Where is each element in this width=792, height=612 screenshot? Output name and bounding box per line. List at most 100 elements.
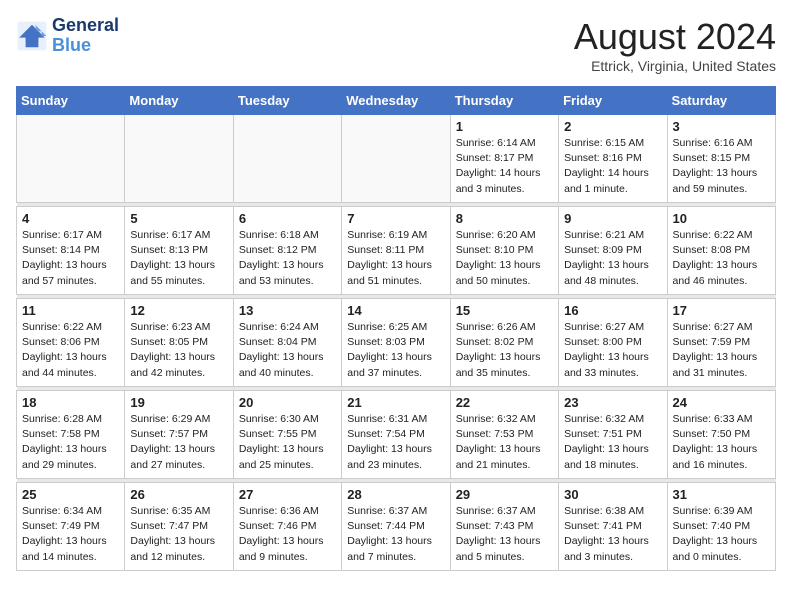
header-day-saturday: Saturday — [667, 87, 775, 115]
cell-info: Sunrise: 6:16 AMSunset: 8:15 PMDaylight:… — [673, 136, 770, 197]
calendar-cell — [342, 115, 450, 203]
calendar-cell: 26 Sunrise: 6:35 AMSunset: 7:47 PMDayligh… — [125, 483, 233, 571]
calendar-cell: 17 Sunrise: 6:27 AMSunset: 7:59 PMDayligh… — [667, 299, 775, 387]
cell-info: Sunrise: 6:30 AMSunset: 7:55 PMDaylight:… — [239, 412, 336, 473]
cell-info: Sunrise: 6:27 AMSunset: 7:59 PMDaylight:… — [673, 320, 770, 381]
day-number: 30 — [564, 487, 661, 502]
calendar-cell: 3 Sunrise: 6:16 AMSunset: 8:15 PMDaylight… — [667, 115, 775, 203]
cell-info: Sunrise: 6:19 AMSunset: 8:11 PMDaylight:… — [347, 228, 444, 289]
calendar-cell: 4Sunrise: 6:17 AMSunset: 8:14 PMDaylight… — [17, 207, 125, 295]
calendar-week-row: 11 Sunrise: 6:22 AMSunset: 8:06 PMDayligh… — [17, 299, 776, 387]
calendar-cell — [125, 115, 233, 203]
cell-info: Sunrise: 6:25 AMSunset: 8:03 PMDaylight:… — [347, 320, 444, 381]
day-number: 8 — [456, 211, 553, 226]
calendar-cell: 23 Sunrise: 6:32 AMSunset: 7:51 PMDayligh… — [559, 391, 667, 479]
cell-info: Sunrise: 6:23 AMSunset: 8:05 PMDaylight:… — [130, 320, 227, 381]
calendar-cell: 29 Sunrise: 6:37 AMSunset: 7:43 PMDayligh… — [450, 483, 558, 571]
calendar-cell: 30 Sunrise: 6:38 AMSunset: 7:41 PMDayligh… — [559, 483, 667, 571]
cell-info: Sunrise: 6:20 AMSunset: 8:10 PMDaylight:… — [456, 228, 553, 289]
calendar-cell: 18 Sunrise: 6:28 AMSunset: 7:58 PMDayligh… — [17, 391, 125, 479]
day-number: 20 — [239, 395, 336, 410]
calendar-cell: 24Sunrise: 6:33 AMSunset: 7:50 PMDayligh… — [667, 391, 775, 479]
day-number: 11 — [22, 303, 119, 318]
day-number: 31 — [673, 487, 770, 502]
calendar-cell — [17, 115, 125, 203]
cell-info: Sunrise: 6:22 AMSunset: 8:06 PMDaylight:… — [22, 320, 119, 381]
day-number: 7 — [347, 211, 444, 226]
day-number: 27 — [239, 487, 336, 502]
day-number: 4 — [22, 211, 119, 226]
calendar-cell: 25 Sunrise: 6:34 AMSunset: 7:49 PMDayligh… — [17, 483, 125, 571]
day-number: 19 — [130, 395, 227, 410]
day-number: 17 — [673, 303, 770, 318]
calendar-header-row: SundayMondayTuesdayWednesdayThursdayFrid… — [17, 87, 776, 115]
logo-icon — [16, 20, 48, 52]
day-number: 23 — [564, 395, 661, 410]
calendar-cell: 10Sunrise: 6:22 AMSunset: 8:08 PMDayligh… — [667, 207, 775, 295]
calendar-cell: 31 Sunrise: 6:39 AMSunset: 7:40 PMDayligh… — [667, 483, 775, 571]
header-day-monday: Monday — [125, 87, 233, 115]
calendar-cell: 11 Sunrise: 6:22 AMSunset: 8:06 PMDayligh… — [17, 299, 125, 387]
calendar-cell: 5 Sunrise: 6:17 AMSunset: 8:13 PMDaylight… — [125, 207, 233, 295]
cell-info: Sunrise: 6:36 AMSunset: 7:46 PMDaylight:… — [239, 504, 336, 565]
page-subtitle: Ettrick, Virginia, United States — [574, 58, 776, 74]
day-number: 5 — [130, 211, 227, 226]
header: General Blue August 2024 Ettrick, Virgin… — [16, 16, 776, 74]
calendar-week-row: 25 Sunrise: 6:34 AMSunset: 7:49 PMDayligh… — [17, 483, 776, 571]
cell-info: Sunrise: 6:21 AMSunset: 8:09 PMDaylight:… — [564, 228, 661, 289]
cell-info: Sunrise: 6:38 AMSunset: 7:41 PMDaylight:… — [564, 504, 661, 565]
logo-line2: Blue — [52, 35, 91, 55]
calendar-cell: 21Sunrise: 6:31 AMSunset: 7:54 PMDayligh… — [342, 391, 450, 479]
day-number: 3 — [673, 119, 770, 134]
cell-info: Sunrise: 6:32 AMSunset: 7:53 PMDaylight:… — [456, 412, 553, 473]
calendar-table: SundayMondayTuesdayWednesdayThursdayFrid… — [16, 86, 776, 571]
logo-text: General Blue — [52, 16, 119, 56]
day-number: 29 — [456, 487, 553, 502]
page-title: August 2024 — [574, 16, 776, 58]
header-day-sunday: Sunday — [17, 87, 125, 115]
day-number: 21 — [347, 395, 444, 410]
calendar-cell: 2 Sunrise: 6:15 AMSunset: 8:16 PMDaylight… — [559, 115, 667, 203]
cell-info: Sunrise: 6:29 AMSunset: 7:57 PMDaylight:… — [130, 412, 227, 473]
header-day-friday: Friday — [559, 87, 667, 115]
cell-info: Sunrise: 6:39 AMSunset: 7:40 PMDaylight:… — [673, 504, 770, 565]
calendar-week-row: 18 Sunrise: 6:28 AMSunset: 7:58 PMDayligh… — [17, 391, 776, 479]
cell-info: Sunrise: 6:37 AMSunset: 7:43 PMDaylight:… — [456, 504, 553, 565]
cell-info: Sunrise: 6:18 AMSunset: 8:12 PMDaylight:… — [239, 228, 336, 289]
header-day-thursday: Thursday — [450, 87, 558, 115]
cell-info: Sunrise: 6:17 AMSunset: 8:13 PMDaylight:… — [130, 228, 227, 289]
cell-info: Sunrise: 6:14 AMSunset: 8:17 PMDaylight:… — [456, 136, 553, 197]
cell-info: Sunrise: 6:35 AMSunset: 7:47 PMDaylight:… — [130, 504, 227, 565]
title-area: August 2024 Ettrick, Virginia, United St… — [574, 16, 776, 74]
calendar-cell: 13Sunrise: 6:24 AMSunset: 8:04 PMDayligh… — [233, 299, 341, 387]
calendar-cell — [233, 115, 341, 203]
calendar-cell: 28Sunrise: 6:37 AMSunset: 7:44 PMDayligh… — [342, 483, 450, 571]
cell-info: Sunrise: 6:37 AMSunset: 7:44 PMDaylight:… — [347, 504, 444, 565]
calendar-cell: 20 Sunrise: 6:30 AMSunset: 7:55 PMDayligh… — [233, 391, 341, 479]
cell-info: Sunrise: 6:28 AMSunset: 7:58 PMDaylight:… — [22, 412, 119, 473]
day-number: 18 — [22, 395, 119, 410]
day-number: 26 — [130, 487, 227, 502]
header-day-tuesday: Tuesday — [233, 87, 341, 115]
day-number: 22 — [456, 395, 553, 410]
day-number: 16 — [564, 303, 661, 318]
cell-info: Sunrise: 6:34 AMSunset: 7:49 PMDaylight:… — [22, 504, 119, 565]
calendar-cell: 7 Sunrise: 6:19 AMSunset: 8:11 PMDaylight… — [342, 207, 450, 295]
cell-info: Sunrise: 6:22 AMSunset: 8:08 PMDaylight:… — [673, 228, 770, 289]
header-day-wednesday: Wednesday — [342, 87, 450, 115]
cell-info: Sunrise: 6:27 AMSunset: 8:00 PMDaylight:… — [564, 320, 661, 381]
calendar-cell: 6Sunrise: 6:18 AMSunset: 8:12 PMDaylight… — [233, 207, 341, 295]
day-number: 2 — [564, 119, 661, 134]
logo-line1: General — [52, 16, 119, 36]
day-number: 15 — [456, 303, 553, 318]
calendar-cell: 27 Sunrise: 6:36 AMSunset: 7:46 PMDayligh… — [233, 483, 341, 571]
day-number: 9 — [564, 211, 661, 226]
day-number: 25 — [22, 487, 119, 502]
calendar-cell: 22 Sunrise: 6:32 AMSunset: 7:53 PMDayligh… — [450, 391, 558, 479]
day-number: 12 — [130, 303, 227, 318]
cell-info: Sunrise: 6:32 AMSunset: 7:51 PMDaylight:… — [564, 412, 661, 473]
calendar-cell: 16 Sunrise: 6:27 AMSunset: 8:00 PMDayligh… — [559, 299, 667, 387]
calendar-cell: 1Sunrise: 6:14 AMSunset: 8:17 PMDaylight… — [450, 115, 558, 203]
calendar-cell: 15Sunrise: 6:26 AMSunset: 8:02 PMDayligh… — [450, 299, 558, 387]
cell-info: Sunrise: 6:15 AMSunset: 8:16 PMDaylight:… — [564, 136, 661, 197]
